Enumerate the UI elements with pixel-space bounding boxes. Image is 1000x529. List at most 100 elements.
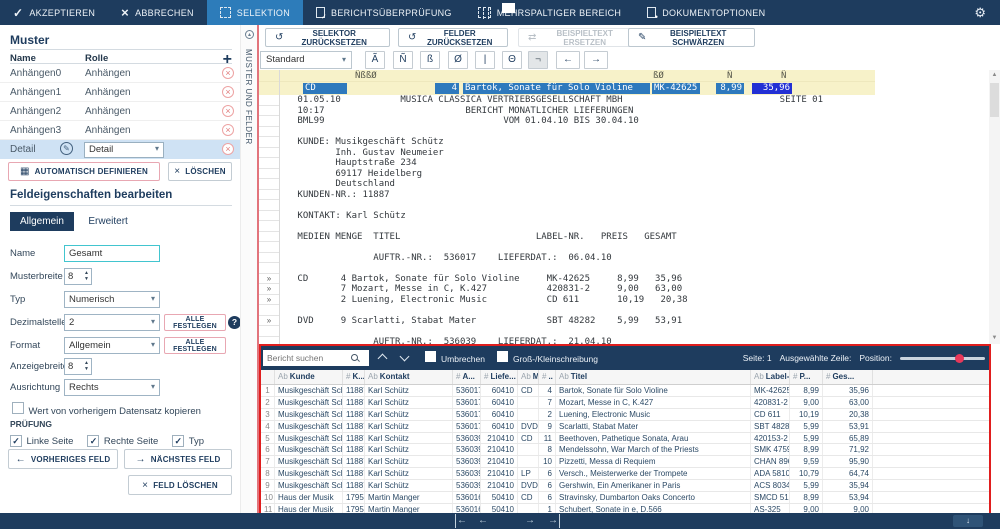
- copy-prev-checkbox[interactable]: Wert von vorherigem Datensatz kopieren: [12, 401, 201, 419]
- table-row[interactable]: 8Musikgeschäft Schütz11887Karl Schütz536…: [261, 468, 989, 480]
- column-header[interactable]: AbKontakt: [365, 370, 453, 384]
- gutter-cell[interactable]: [259, 179, 279, 190]
- report-view[interactable]: ÑßßØßØÑÑ CD4Bartok, Sonate für Solo Viol…: [259, 70, 989, 344]
- typ-select[interactable]: Numerisch ▾: [64, 291, 160, 308]
- table-row[interactable]: 2Musikgeschäft Schütz11887Karl Schütz536…: [261, 397, 989, 409]
- gutter-cell[interactable]: »: [259, 284, 279, 295]
- next-field-button[interactable]: → NÄCHSTES FELD: [124, 449, 232, 469]
- table-scroll-down-button[interactable]: ↓: [953, 515, 983, 527]
- trap-character[interactable]: ÑßßØ: [355, 71, 377, 81]
- set-all-format-button[interactable]: ALLE FESTLEGEN: [164, 337, 226, 354]
- search-input[interactable]: [263, 353, 351, 363]
- sidebar-tab-muster-und-felder[interactable]: MUSTER UND FELDER: [244, 49, 253, 145]
- muster-row-4[interactable]: Detail ✎ Detail▾ ×: [0, 140, 240, 159]
- trap-char-button[interactable]: Θ: [502, 51, 522, 69]
- column-header[interactable]: [261, 370, 275, 384]
- set-all-decimals-button[interactable]: ALLE FESTLEGEN: [164, 314, 226, 331]
- anzeigebreite-stepper[interactable]: 8 ▲ ▼: [64, 358, 92, 375]
- table-row[interactable]: 4Musikgeschäft Schütz11887Karl Schütz536…: [261, 421, 989, 433]
- trap-character[interactable]: ßØ: [653, 71, 664, 81]
- prev-page-button[interactable]: ←: [478, 514, 488, 528]
- gutter-cell[interactable]: »: [259, 274, 279, 285]
- column-header[interactable]: AbM.: [518, 370, 539, 384]
- trap-character[interactable]: Ñ: [781, 71, 786, 81]
- sample-field[interactable]: 8,99: [716, 83, 744, 94]
- position-slider[interactable]: [900, 357, 985, 360]
- muster-row-0[interactable]: Anhängen0 Anhängen ×: [0, 64, 240, 83]
- muster-row-1[interactable]: Anhängen1 Anhängen ×: [0, 83, 240, 102]
- trap-char-button[interactable]: ß: [420, 51, 440, 69]
- gutter-cell[interactable]: [259, 326, 279, 337]
- delete-row-icon[interactable]: ×: [222, 67, 234, 79]
- rolle-select[interactable]: Detail▾: [84, 142, 164, 158]
- tab-allgemein[interactable]: Allgemein: [10, 212, 74, 231]
- gutter-cell[interactable]: [259, 169, 279, 180]
- gutter-cell[interactable]: [259, 305, 279, 316]
- musterbreite-stepper[interactable]: 8 ▲ ▼: [64, 268, 92, 285]
- report-text[interactable]: 01.05.10 MUSICA CLASSICA VERTRIEBSGESELL…: [280, 95, 823, 344]
- table-row[interactable]: 9Musikgeschäft Schütz11887Karl Schütz536…: [261, 480, 989, 492]
- delete-pattern-button[interactable]: × LÖSCHEN: [168, 162, 232, 181]
- column-header[interactable]: #A...: [453, 370, 481, 384]
- button-selektor-zurücksetzen[interactable]: ↺ SELEKTOR ZURÜCKSETZEN: [265, 28, 390, 47]
- gutter-cell[interactable]: [259, 221, 279, 232]
- search-prev-button[interactable]: [375, 350, 391, 366]
- delete-row-icon[interactable]: ×: [222, 124, 234, 136]
- gutter-cell[interactable]: [259, 337, 279, 345]
- toolbar-item-x[interactable]: ABBRECHEN: [108, 0, 207, 25]
- sample-field-selected[interactable]: 35,96: [752, 83, 792, 94]
- muster-row-3[interactable]: Anhängen3 Anhängen ×: [0, 121, 240, 140]
- toolbar-item-check[interactable]: AKZEPTIEREN: [0, 0, 108, 25]
- trap-char-button[interactable]: ¬: [528, 51, 548, 69]
- sample-field[interactable]: MK-42625: [652, 83, 700, 94]
- trap-char-button[interactable]: Ñ: [393, 51, 413, 69]
- column-header[interactable]: AbLabel-Nr#: [751, 370, 790, 384]
- toolbar-item-report-check[interactable]: BERICHTSÜBERPRÜFUNG: [303, 0, 465, 25]
- preset-select[interactable]: Standard ▾: [260, 51, 352, 69]
- toolbar-item-selection[interactable]: SELEKTION: [207, 0, 303, 25]
- toolbar-item-multi-column[interactable]: MEHRSPALTIGER BEREICH: [465, 0, 635, 25]
- gutter-cell[interactable]: »: [259, 295, 279, 306]
- previous-field-button[interactable]: ← VORHERIGES FELD: [8, 449, 118, 469]
- muster-row-2[interactable]: Anhängen2 Anhängen ×: [0, 102, 240, 121]
- column-header[interactable]: #P...: [790, 370, 823, 384]
- gutter-cell[interactable]: [259, 116, 279, 127]
- wrap-checkbox[interactable]: Umbrechen: [425, 349, 485, 367]
- gutter-cell[interactable]: [259, 127, 279, 138]
- gutter-cell[interactable]: [259, 106, 279, 117]
- table-row[interactable]: 3Musikgeschäft Schütz11887Karl Schütz536…: [261, 409, 989, 421]
- sample-field[interactable]: CD: [303, 83, 347, 94]
- sample-field[interactable]: Bartok, Sonate für Solo Violine: [463, 83, 650, 94]
- column-header[interactable]: #K...: [343, 370, 365, 384]
- gutter-cell[interactable]: [259, 190, 279, 201]
- column-header[interactable]: AbKunde: [275, 370, 343, 384]
- checkbox-unchecked-icon[interactable]: [12, 402, 24, 414]
- dezimalstellen-select[interactable]: 2 ▾: [64, 314, 160, 331]
- pruefung-check-rechte-seite[interactable]: ✓ Rechte Seite: [87, 431, 158, 449]
- slider-handle-icon[interactable]: [955, 354, 964, 363]
- table-row[interactable]: 6Musikgeschäft Schütz11887Karl Schütz536…: [261, 444, 989, 456]
- pruefung-check-typ[interactable]: ✓ Typ: [172, 431, 204, 449]
- first-page-button[interactable]: ←: [455, 514, 467, 528]
- spinner-down-icon[interactable]: ▼: [84, 277, 89, 282]
- button-beispieltext-ersetzen[interactable]: ⇄ BEISPIELTEXT ERSETZEN: [518, 28, 638, 47]
- trap-char-button[interactable]: ←: [556, 51, 580, 69]
- delete-field-button[interactable]: × FELD LÖSCHEN: [128, 475, 232, 495]
- delete-row-icon[interactable]: ×: [222, 86, 234, 98]
- delete-row-icon[interactable]: ×: [222, 143, 234, 155]
- settings-button[interactable]: ⚙: [960, 0, 1000, 25]
- delete-row-icon[interactable]: ×: [222, 105, 234, 117]
- trap-char-button[interactable]: Ø: [448, 51, 468, 69]
- gutter-cell[interactable]: [259, 200, 279, 211]
- name-field[interactable]: [64, 245, 160, 262]
- scroll-up-icon[interactable]: ▲: [989, 70, 1000, 81]
- sample-field[interactable]: 4: [435, 83, 459, 94]
- auto-define-button[interactable]: ▦ AUTOMATISCH DEFINIEREN: [8, 162, 160, 181]
- gutter-cell[interactable]: [259, 211, 279, 222]
- toolbar-item-doc-options[interactable]: DOKUMENTOPTIONEN: [634, 0, 778, 25]
- table-row[interactable]: 1Musikgeschäft Schütz11887Karl Schütz536…: [261, 385, 989, 397]
- table-row[interactable]: 7Musikgeschäft Schütz11887Karl Schütz536…: [261, 456, 989, 468]
- tab-erweitert[interactable]: Erweitert: [78, 212, 137, 231]
- trap-char-button[interactable]: Ã: [365, 51, 385, 69]
- page-indicator[interactable]: [502, 3, 515, 13]
